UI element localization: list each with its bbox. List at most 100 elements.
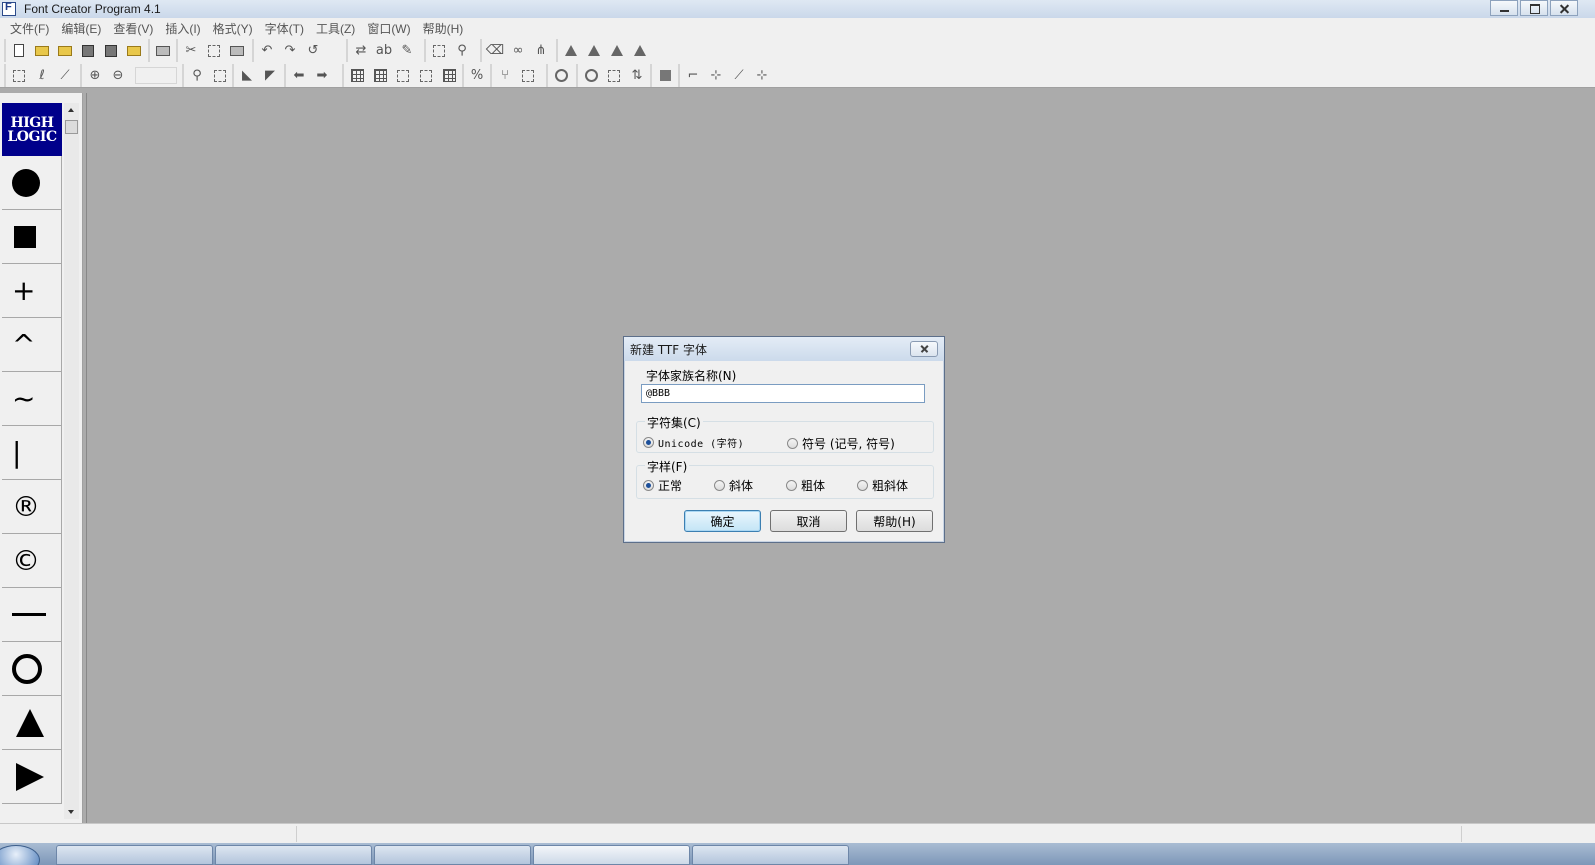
palette-play[interactable] (2, 750, 62, 804)
preview-icon[interactable] (429, 41, 449, 61)
style-bold-italic-radio[interactable]: 粗斜体 (857, 477, 908, 494)
rect-select-icon[interactable] (9, 66, 29, 86)
refresh-icon[interactable]: ↺ (303, 41, 323, 61)
undo-icon[interactable]: ↶ (257, 41, 277, 61)
center-icon[interactable] (518, 66, 538, 86)
convert-icon[interactable]: ⇄ (351, 41, 371, 61)
rotate-right-icon[interactable] (630, 41, 650, 61)
hint-4-icon[interactable]: ⊹ (752, 66, 772, 86)
flip-vertical-icon[interactable] (584, 41, 604, 61)
palette-bar[interactable]: | (2, 426, 62, 480)
spellcheck-icon[interactable]: ab (374, 41, 394, 61)
target-icon[interactable] (581, 66, 601, 86)
save-all-icon[interactable] (101, 41, 121, 61)
menu-view[interactable]: 查看(V) (107, 20, 159, 37)
help-button[interactable]: 帮助(H) (856, 510, 933, 532)
bounds-icon[interactable] (393, 66, 413, 86)
pen-icon[interactable]: ✎ (397, 41, 417, 61)
taskbar-item-2[interactable] (215, 845, 372, 865)
grid-icon[interactable] (347, 66, 367, 86)
style-bold-radio[interactable]: 粗体 (786, 477, 825, 494)
charset-symbol-radio[interactable]: 符号 (记号, 符号) (787, 435, 895, 452)
overlap-icon[interactable] (604, 66, 624, 86)
scroll-thumb[interactable] (65, 120, 78, 134)
print-icon[interactable] (153, 41, 173, 61)
fit-icon[interactable] (210, 66, 230, 86)
style-italic-radio[interactable]: 斜体 (714, 477, 753, 494)
ok-button[interactable]: 确定 (684, 510, 761, 532)
next-glyph-icon[interactable]: ➡ (312, 66, 332, 86)
menu-window[interactable]: 窗口(W) (361, 20, 416, 37)
move-icon[interactable]: ⇅ (627, 66, 647, 86)
restore-button[interactable] (1520, 0, 1548, 16)
taskbar-item-5[interactable] (692, 845, 849, 865)
magnifier-icon[interactable]: ⚲ (187, 66, 207, 86)
previous-glyph-icon[interactable]: ⬅ (289, 66, 309, 86)
hint-3-icon[interactable]: ⟋ (729, 66, 749, 86)
metrics-icon[interactable] (416, 66, 436, 86)
palette-tilde[interactable]: ~ (2, 372, 62, 426)
taskbar-item-3[interactable] (374, 845, 531, 865)
cut-icon[interactable]: ✂ (181, 41, 201, 61)
eraser-icon[interactable]: ⌫ (485, 41, 505, 61)
hint-2-icon[interactable]: ⊹ (706, 66, 726, 86)
zoom-tool-icon[interactable]: ⚲ (452, 41, 472, 61)
palette-scrollbar[interactable] (64, 103, 79, 819)
close-window-button[interactable] (1550, 0, 1578, 16)
charset-unicode-radio[interactable]: Unicode (字符) (643, 435, 744, 450)
start-button[interactable] (0, 845, 40, 865)
palette-plus[interactable]: + (2, 264, 62, 318)
menu-tools[interactable]: 工具(Z) (310, 20, 361, 37)
palette-dash[interactable] (2, 588, 62, 642)
close-file-icon[interactable] (124, 41, 144, 61)
split-icon[interactable]: ⋔ (531, 41, 551, 61)
save-icon[interactable] (78, 41, 98, 61)
zoom-out-icon[interactable]: ⊖ (108, 66, 128, 86)
hint-1-icon[interactable]: ⌐ (683, 66, 703, 86)
rotate-left-icon[interactable] (607, 41, 627, 61)
pointer-icon[interactable]: ◣ (237, 66, 257, 86)
menu-file[interactable]: 文件(F) (4, 20, 55, 37)
copy-icon[interactable] (204, 41, 224, 61)
scroll-up-icon[interactable] (64, 103, 79, 117)
zoom-in-icon[interactable]: ⊕ (85, 66, 105, 86)
app-icon[interactable] (2, 1, 16, 16)
redo-icon[interactable]: ↷ (280, 41, 300, 61)
palette-registered[interactable]: ® (2, 480, 62, 534)
open-folder-icon[interactable] (55, 41, 75, 61)
taskbar-item-font-creator[interactable] (533, 845, 690, 865)
palette-square[interactable] (2, 210, 62, 264)
link-icon[interactable]: ∞ (508, 41, 528, 61)
dialog-close-icon[interactable] (910, 341, 938, 357)
family-name-input[interactable] (641, 384, 925, 403)
stop-icon[interactable] (655, 66, 675, 86)
node-pointer-icon[interactable]: ◤ (260, 66, 280, 86)
branch-icon[interactable]: ⑂ (495, 66, 515, 86)
palette-ring[interactable] (2, 642, 62, 696)
palette-triangle[interactable] (2, 696, 62, 750)
percent-icon[interactable]: % (467, 66, 487, 86)
menu-help[interactable]: 帮助(H) (417, 20, 470, 37)
cancel-button[interactable]: 取消 (770, 510, 847, 532)
zoom-level-field[interactable] (135, 67, 177, 84)
palette-caret[interactable]: ^ (2, 318, 62, 372)
guides-icon[interactable] (439, 66, 459, 86)
palette-copyright[interactable]: © (2, 534, 62, 588)
new-document-icon[interactable] (9, 41, 29, 61)
flip-horizontal-icon[interactable] (561, 41, 581, 61)
taskbar-item-1[interactable] (56, 845, 213, 865)
scroll-down-icon[interactable] (64, 805, 79, 819)
menu-font[interactable]: 字体(T) (259, 20, 310, 37)
paste-icon[interactable] (227, 41, 247, 61)
menu-format[interactable]: 格式(Y) (207, 20, 259, 37)
menu-edit[interactable]: 编辑(E) (55, 20, 107, 37)
measure-icon[interactable]: ⟋ (55, 66, 75, 86)
new-font-icon[interactable] (32, 41, 52, 61)
grid-snap-icon[interactable] (370, 66, 390, 86)
style-regular-radio[interactable]: 正常 (643, 477, 682, 494)
palette-dot[interactable] (2, 156, 62, 210)
lasso-icon[interactable]: ℓ (32, 66, 52, 86)
minimize-button[interactable] (1490, 0, 1518, 16)
menu-insert[interactable]: 插入(I) (159, 20, 206, 37)
compass-icon[interactable] (551, 66, 571, 86)
